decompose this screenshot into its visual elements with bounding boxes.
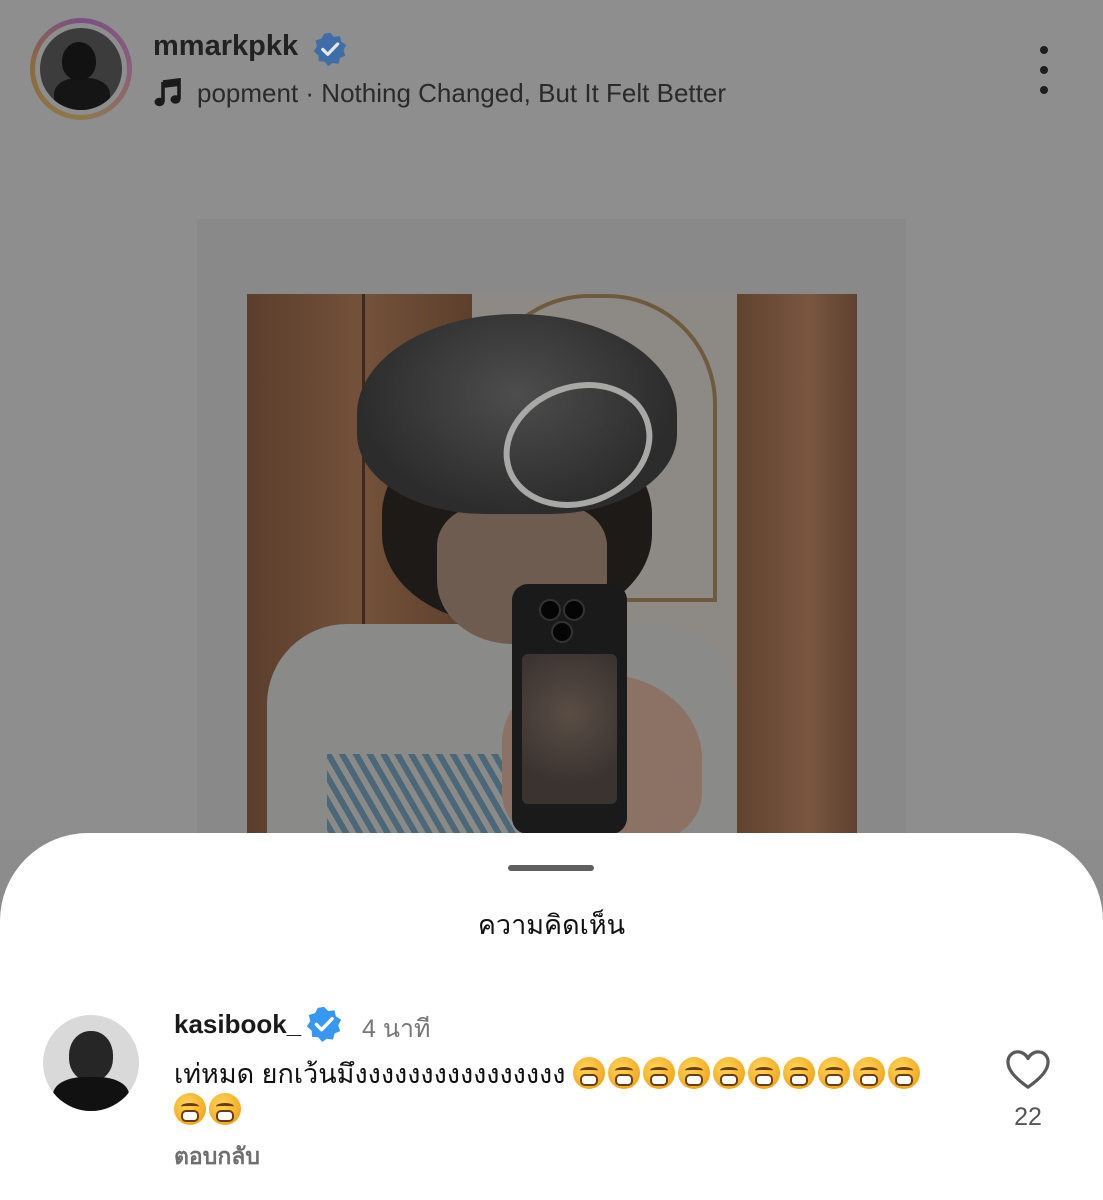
comment-body: เท่หมด ยกเว้นมึงงงงงงงงงงงงงงงง <box>174 1055 954 1093</box>
more-dot <box>1040 46 1048 54</box>
more-dot <box>1040 66 1048 74</box>
more-vertical-icon[interactable] <box>1030 46 1058 94</box>
music-title: Nothing Changed, But It Felt Better <box>321 77 726 108</box>
sheet-title: ความคิดเห็น <box>477 910 626 940</box>
music-attribution[interactable]: popment · Nothing Changed, But It Felt B… <box>153 76 726 110</box>
music-artist: popment <box>197 77 299 108</box>
avatar-photo <box>40 28 122 110</box>
comment-text: เท่หมด ยกเว้นมึงงงงงงงงงงงงงงงง <box>174 1059 566 1089</box>
verified-badge-icon <box>306 1006 342 1043</box>
face-with-steam-from-nose-emoji-icon <box>852 1057 885 1089</box>
face-with-steam-from-nose-emoji-icon <box>174 1093 206 1125</box>
post-header: mmarkpkk popment · Nothing Changed, But … <box>0 0 1103 140</box>
face-with-steam-from-nose-emoji-icon <box>712 1057 745 1089</box>
post-username[interactable]: mmarkpkk <box>153 30 298 63</box>
face-with-steam-from-nose-emoji-icon <box>572 1057 605 1089</box>
face-with-steam-from-nose-emoji-icon <box>747 1057 780 1089</box>
comment-emoji-row <box>572 1057 923 1089</box>
comments-sheet: ความคิดเห็น kasibook_ 4 นาที เท่หมด ยกเว… <box>0 833 1103 1200</box>
commenter-username[interactable]: kasibook_ <box>174 1009 301 1040</box>
commenter-avatar[interactable] <box>43 1015 139 1111</box>
face-with-steam-from-nose-emoji-icon <box>607 1057 640 1089</box>
photo-phone-camera <box>539 599 599 649</box>
sheet-drag-handle[interactable] <box>508 865 594 871</box>
like-count: 22 <box>1014 1103 1042 1131</box>
photo-phone-screen <box>522 654 617 804</box>
face-with-steam-from-nose-emoji-icon <box>782 1057 815 1089</box>
comment-emoji-row <box>174 1093 244 1125</box>
post-photo <box>247 294 857 854</box>
music-note-icon <box>154 78 181 107</box>
comment-timestamp: 4 นาที <box>362 1015 431 1043</box>
music-separator: · <box>298 77 322 108</box>
reply-button[interactable]: ตอบกลับ <box>174 1139 260 1175</box>
face-with-steam-from-nose-emoji-icon <box>677 1057 710 1089</box>
photo-door-right <box>737 294 857 854</box>
music-label: popment · Nothing Changed, But It Felt B… <box>197 78 726 109</box>
face-with-steam-from-nose-emoji-icon <box>209 1093 241 1125</box>
face-with-steam-from-nose-emoji-icon <box>887 1057 920 1089</box>
story-avatar[interactable] <box>30 18 132 120</box>
heart-icon[interactable] <box>1005 1049 1051 1091</box>
more-dot <box>1040 86 1048 94</box>
verified-badge-icon <box>313 32 347 67</box>
face-with-steam-from-nose-emoji-icon <box>817 1057 850 1089</box>
face-with-steam-from-nose-emoji-icon <box>642 1057 675 1089</box>
